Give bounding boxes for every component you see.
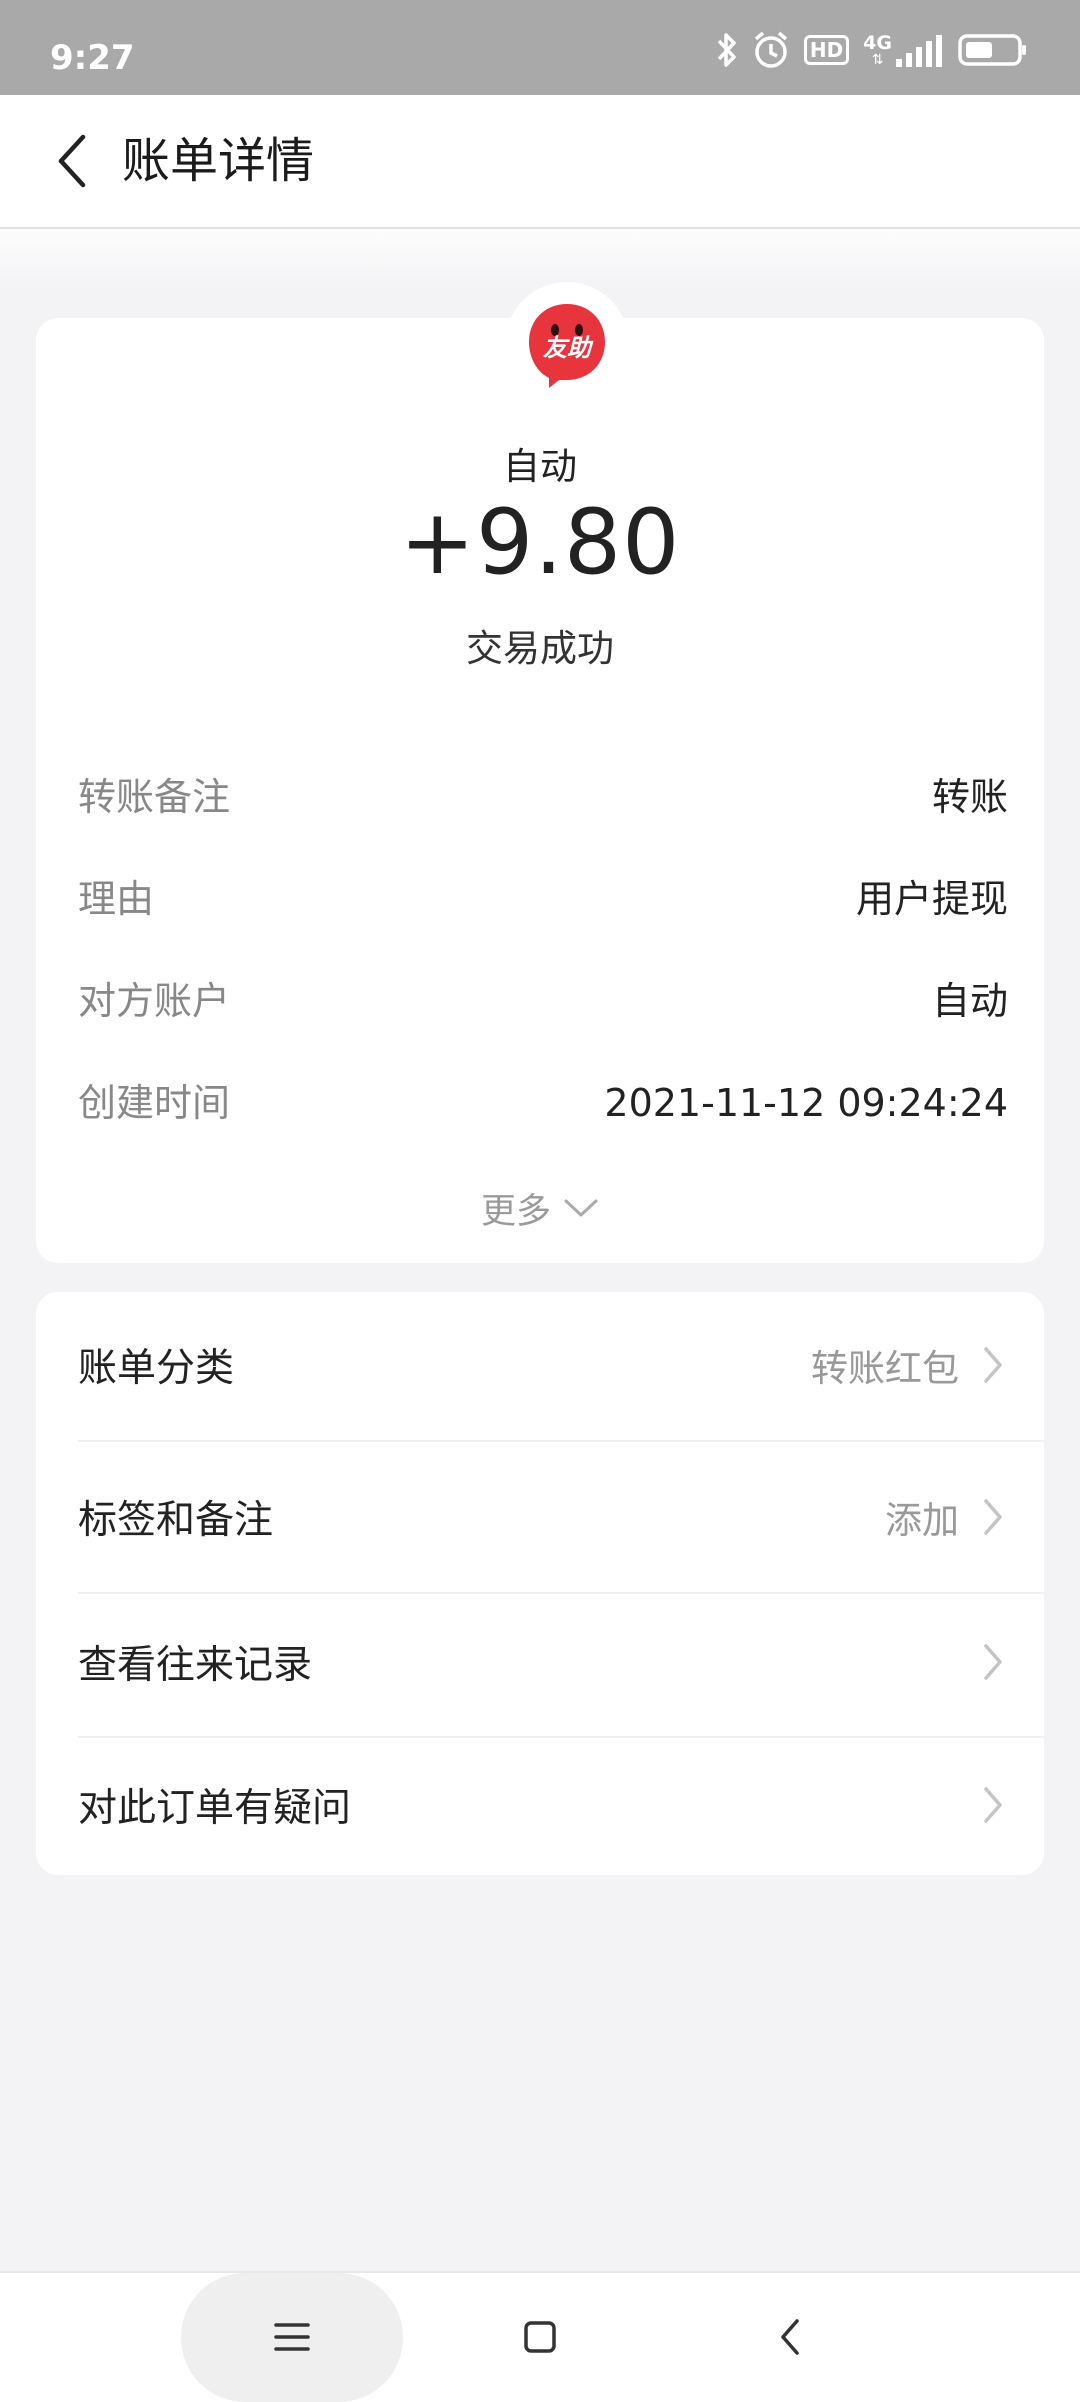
payer-name: 自动 [503,445,577,488]
info-label: 创建时间 [78,1081,231,1125]
nav-menu-button[interactable] [252,2297,332,2377]
system-nav-bar [0,2271,1080,2402]
menu-item-label: 账单分类 [78,1345,235,1391]
info-label: 对方账户 [78,979,231,1023]
network-type: 4G [863,32,892,54]
avatar-text: 友助 [543,334,594,362]
info-row-created-time: 创建时间 2021-11-12 09:24:24 [78,1073,1008,1133]
info-value: 转账 [931,775,1008,819]
info-value: 用户提现 [855,877,1008,921]
chevron-right-icon [984,1346,1002,1383]
menu-item-label: 标签和备注 [78,1497,274,1543]
menu-item-value: 转账红包 [811,1346,959,1390]
app-header: 账单详情 [0,95,1080,229]
chevron-right-icon [984,1498,1002,1535]
avatar-holder: 友助 [505,282,629,406]
back-button[interactable] [40,129,104,193]
battery-icon [958,34,1026,66]
bluetooth-icon [717,33,736,67]
menu-item-label: 查看往来记录 [78,1642,313,1688]
status-bar: 9:27 HD 4G ⇅ [0,0,1080,95]
menu-item-history[interactable]: 查看往来记录 [36,1589,1044,1734]
menu-item-tags-notes[interactable]: 标签和备注 添加 [36,1444,1044,1589]
nav-back-button[interactable] [750,2297,830,2377]
nav-home-button[interactable] [500,2297,580,2377]
divider [78,1440,1044,1442]
transaction-status: 交易成功 [466,627,614,670]
signal-4g-icon: 4G ⇅ [863,33,944,67]
menu-item-bill-category[interactable]: 账单分类 转账红包 [36,1292,1044,1437]
menu-item-question[interactable]: 对此订单有疑问 [36,1732,1044,1877]
header-shadow [0,229,1080,289]
avatar: 友助 [529,304,605,388]
menu-icon [274,2323,310,2351]
more-toggle[interactable]: 更多 [36,1173,1044,1243]
alarm-icon [754,31,787,68]
chevron-right-icon [984,1786,1002,1823]
more-label: 更多 [480,1191,551,1232]
info-label: 理由 [78,877,155,921]
chevron-left-icon [58,134,86,188]
info-row-remark: 转账备注 转账 [78,767,1008,827]
home-icon [524,2321,556,2353]
bill-options-card: 账单分类 转账红包 标签和备注 添加 查看往来记录 对此订单有疑问 [36,1292,1044,1875]
status-icons: HD 4G ⇅ [716,30,1028,70]
info-row-reason: 理由 用户提现 [78,869,1008,929]
chevron-down-icon [564,1199,598,1217]
page-title: 账单详情 [122,133,315,189]
info-value: 2021-11-12 09:24:24 [604,1081,1008,1125]
status-time: 9:27 [50,38,135,78]
info-row-counterparty: 对方账户 自动 [78,971,1008,1031]
hd-icon: HD [803,35,850,65]
info-label: 转账备注 [78,775,231,819]
menu-item-label: 对此订单有疑问 [78,1785,352,1831]
transaction-detail-card: 友助 自动 +9.80 交易成功 转账备注 转账 理由 用户提现 对方账户 自动… [36,282,1044,1263]
info-value: 自动 [931,979,1008,1023]
menu-item-value: 添加 [885,1498,959,1542]
transaction-amount: +9.80 [399,490,681,595]
chevron-right-icon [984,1643,1002,1680]
back-icon [781,2319,799,2355]
